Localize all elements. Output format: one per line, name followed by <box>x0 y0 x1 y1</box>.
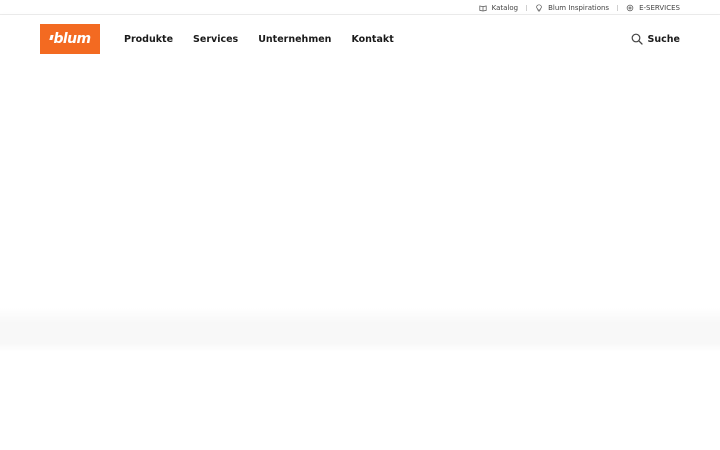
utility-divider <box>617 4 619 11</box>
logo-text: blum <box>53 31 92 47</box>
utility-bar: Katalog Blum Inspirations E-SERVICES <box>0 0 720 15</box>
main-content <box>0 63 720 450</box>
main-header: blum Produkte Services Unternehmen Konta… <box>0 15 720 63</box>
e-services-label: E-SERVICES <box>639 3 680 12</box>
search-icon <box>631 33 643 45</box>
blum-logo[interactable]: blum <box>40 24 100 54</box>
nav-item-unternehmen[interactable]: Unternehmen <box>258 34 331 45</box>
blum-inspirations-label: Blum Inspirations <box>548 3 610 12</box>
blum-inspirations-link[interactable]: Blum Inspirations <box>535 4 609 12</box>
nav-item-services[interactable]: Services <box>193 34 238 45</box>
nav-item-kontakt[interactable]: Kontakt <box>351 34 393 45</box>
katalog-label: Katalog <box>491 3 519 12</box>
main-nav: Produkte Services Unternehmen Kontakt <box>124 15 394 63</box>
lightbulb-icon <box>536 3 542 11</box>
logo-mark-icon <box>48 34 54 40</box>
utility-links: Katalog Blum Inspirations E-SERVICES <box>479 0 680 15</box>
book-icon <box>479 5 487 11</box>
utility-divider <box>526 4 528 11</box>
nav-item-produkte[interactable]: Produkte <box>124 34 173 45</box>
e-services-link[interactable]: E-SERVICES <box>626 4 680 12</box>
katalog-link[interactable]: Katalog <box>479 4 518 12</box>
search-button[interactable]: Suche <box>631 15 680 63</box>
settings-icon <box>626 4 634 11</box>
search-label: Suche <box>647 33 680 45</box>
hero-band <box>0 308 720 352</box>
